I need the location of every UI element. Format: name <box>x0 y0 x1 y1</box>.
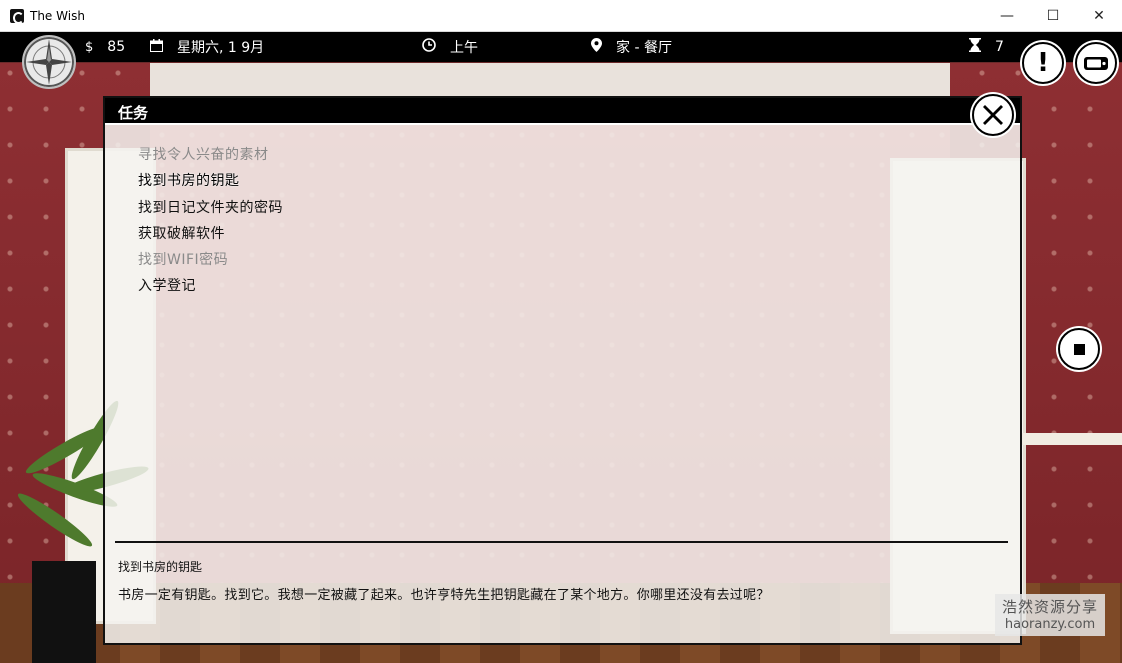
turns-display: 7 <box>969 32 1004 62</box>
calendar-icon <box>150 38 163 56</box>
compass-icon <box>26 39 72 85</box>
task-item[interactable]: 寻找令人兴奋的素材 <box>138 142 283 168</box>
money-display: $ 85 <box>85 32 125 62</box>
time-value: 上午 <box>450 40 478 56</box>
phone-button[interactable] <box>1075 42 1117 84</box>
task-list: 寻找令人兴奋的素材 找到书房的钥匙 找到日记文件夹的密码 获取破解软件 找到WI… <box>138 142 283 300</box>
task-panel: 任务 寻找令人兴奋的素材 找到书房的钥匙 找到日记文件夹的密码 获取破解软件 找… <box>103 94 1022 645</box>
compass-button[interactable] <box>22 35 76 89</box>
task-item[interactable]: 入学登记 <box>138 273 283 299</box>
divider <box>115 541 1008 543</box>
chair-rail <box>1020 433 1122 445</box>
window-title: The Wish <box>30 8 85 23</box>
task-detail-description: 书房一定有钥匙。找到它。我想一定被藏了起来。也许亨特先生把钥匙藏在了某个地方。你… <box>118 588 770 603</box>
clock-icon <box>422 38 436 56</box>
minimize-button[interactable]: — <box>984 0 1030 31</box>
time-display: 上午 <box>422 32 478 62</box>
date-display: 星期六, 1 9月 <box>150 32 264 62</box>
location-value: 家 - 餐厅 <box>616 40 672 56</box>
task-item[interactable]: 找到WIFI密码 <box>138 247 283 273</box>
close-window-button[interactable]: ✕ <box>1076 0 1122 31</box>
hud-bar: $ 85 星期六, 1 9月 上午 家 - 餐厅 7 <box>0 32 1122 62</box>
turns-value: 7 <box>995 39 1004 55</box>
task-panel-header: 任务 <box>105 98 1020 125</box>
alert-button[interactable]: ! <box>1022 42 1064 84</box>
window-controls: — ☐ ✕ <box>984 0 1122 31</box>
window-titlebar: The Wish — ☐ ✕ <box>0 0 1122 32</box>
map-pin-icon <box>591 38 602 56</box>
close-panel-button[interactable] <box>972 94 1014 136</box>
stop-icon <box>1073 343 1085 355</box>
close-icon <box>983 105 1003 125</box>
task-item[interactable]: 找到日记文件夹的密码 <box>138 195 283 221</box>
task-detail-title: 找到书房的钥匙 <box>118 560 203 574</box>
watermark-url: haoranzy.com <box>1004 617 1096 632</box>
task-panel-title: 任务 <box>118 104 149 122</box>
money-value: 85 <box>107 39 126 55</box>
stop-button[interactable] <box>1058 328 1100 370</box>
task-item-selected[interactable]: 找到书房的钥匙 <box>138 168 283 194</box>
watermark: 浩然资源分享 haoranzy.com <box>995 594 1105 636</box>
watermark-title: 浩然资源分享 <box>1001 598 1098 616</box>
exclamation-icon: ! <box>1037 48 1049 78</box>
maximize-button[interactable]: ☐ <box>1030 0 1076 31</box>
dollar-icon: $ <box>85 39 94 55</box>
date-value: 星期六, 1 9月 <box>177 40 265 56</box>
location-display: 家 - 餐厅 <box>591 32 672 62</box>
task-item[interactable]: 获取破解软件 <box>138 221 283 247</box>
app-moon-icon <box>10 8 24 24</box>
phone-icon <box>1084 57 1108 70</box>
hourglass-icon <box>969 38 981 56</box>
plant-pot <box>32 561 96 663</box>
